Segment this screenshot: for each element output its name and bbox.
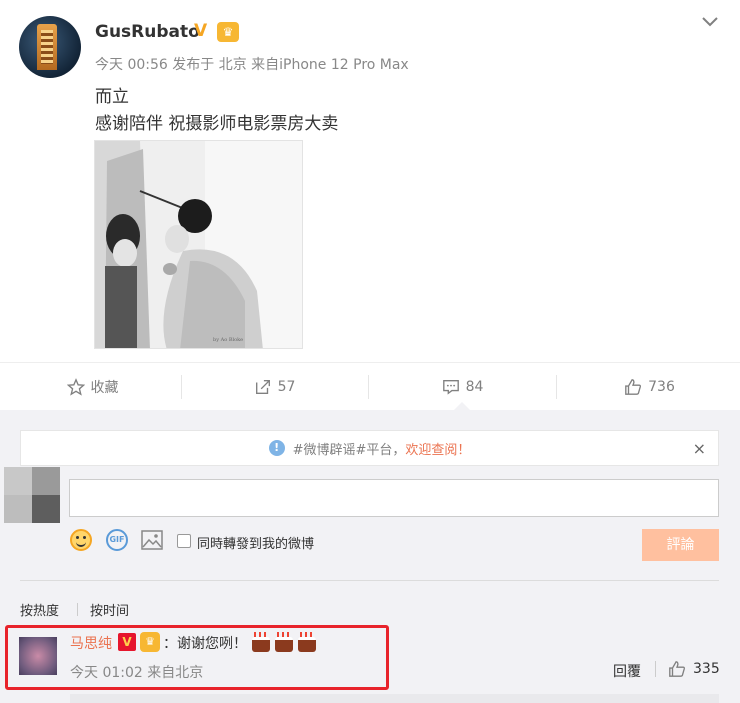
- post-text-line2: 感谢陪伴 祝摄影师电影票房大卖: [95, 114, 339, 134]
- repost-count: 57: [277, 379, 296, 395]
- cake-icon: [250, 629, 272, 652]
- sort-by-time-tab[interactable]: 按时间: [90, 600, 129, 619]
- post-meta: 今天 00:56 发布于 北京 来自iPhone 12 Pro Max: [95, 57, 409, 73]
- comment-count: 84: [465, 379, 484, 395]
- gif-icon[interactable]: GIF: [106, 529, 128, 551]
- author-username[interactable]: GusRubato: [95, 22, 200, 42]
- sort-divider: [77, 603, 78, 616]
- action-divider: [368, 375, 369, 399]
- weibo-post: GusRubato V ♛ 今天 00:56 发布于 北京 来自iPhone 1…: [0, 0, 740, 362]
- comment-emoji-row: [250, 629, 318, 652]
- cake-icon: [296, 629, 318, 652]
- thumbs-up-icon[interactable]: [668, 660, 686, 678]
- post-text-line1: 而立: [95, 87, 129, 107]
- submit-comment-button[interactable]: 評論: [642, 529, 719, 561]
- crown-icon: ♛: [140, 632, 160, 652]
- repost-button[interactable]: 57: [182, 363, 367, 411]
- commenter-avatar[interactable]: [19, 637, 57, 675]
- comment-text: ：谢谢您咧！: [163, 636, 247, 652]
- reply-button[interactable]: 回覆: [613, 661, 641, 681]
- comment-section: ! #微博辟谣#平台， 欢迎查阅！ × GIF 同時轉發到我的微博 評論 按热度…: [0, 410, 740, 703]
- reply-preview-strip: [70, 694, 719, 703]
- repost-checkbox-label: 同時轉發到我的微博: [197, 537, 315, 552]
- favorite-label: 收藏: [90, 380, 119, 396]
- image-icon[interactable]: [141, 530, 163, 550]
- section-divider: [20, 580, 719, 581]
- info-icon: !: [268, 440, 285, 456]
- verified-badge-icon: V: [194, 21, 208, 41]
- repost-checkbox[interactable]: [177, 534, 191, 548]
- post-action-bar: 收藏 57 84 736: [0, 362, 740, 410]
- comment-like-count: 335: [693, 661, 720, 677]
- share-icon: [255, 380, 270, 394]
- like-count: 736: [648, 379, 675, 395]
- current-user-avatar: [4, 467, 60, 523]
- close-icon[interactable]: ×: [693, 439, 706, 458]
- notice-link[interactable]: 欢迎查阅！: [405, 439, 470, 458]
- author-avatar[interactable]: [19, 16, 81, 78]
- crown-icon: ♛: [217, 22, 239, 42]
- like-button[interactable]: 736: [557, 363, 740, 411]
- cake-icon: [273, 629, 295, 652]
- rumor-notice-bar: ! #微博辟谣#平台， 欢迎查阅！ ×: [20, 430, 719, 466]
- star-icon: [66, 378, 85, 396]
- comment-input[interactable]: [69, 479, 719, 517]
- thumbs-up-icon: [625, 379, 642, 395]
- photo-signature: by Ao Bloke: [213, 337, 243, 343]
- chevron-down-icon[interactable]: [700, 12, 720, 32]
- emoji-icon[interactable]: [70, 529, 92, 551]
- post-photo[interactable]: by Ao Bloke: [94, 140, 303, 349]
- comment-caret: [454, 402, 470, 410]
- comment-action-divider: [655, 661, 656, 677]
- verified-badge-icon: V: [118, 633, 136, 651]
- favorite-button[interactable]: 收藏: [0, 363, 185, 411]
- comment-icon: [442, 380, 459, 395]
- commenter-username[interactable]: 马思纯: [70, 633, 112, 653]
- sort-by-hot-tab[interactable]: 按热度: [20, 600, 59, 619]
- notice-text: #微博辟谣#平台，: [292, 442, 406, 458]
- photo-illustration: by Ao Bloke: [95, 141, 302, 348]
- comment-time: 今天 01:02 来自北京: [70, 665, 204, 681]
